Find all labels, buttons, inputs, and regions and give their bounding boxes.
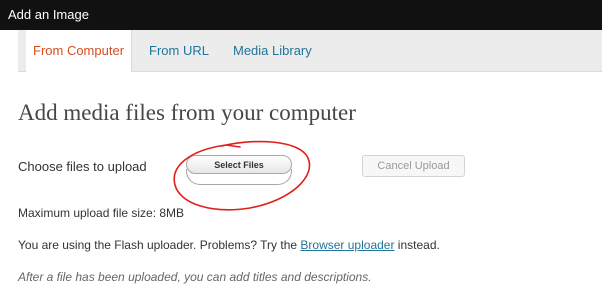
cancel-upload-button[interactable]: Cancel Upload xyxy=(362,155,465,177)
after-upload-hint: After a file has been uploaded, you can … xyxy=(18,270,372,284)
flash-notice-prefix: You are using the Flash uploader. Proble… xyxy=(18,238,301,252)
flash-uploader-notice: You are using the Flash uploader. Proble… xyxy=(18,238,440,252)
browser-uploader-link[interactable]: Browser uploader xyxy=(300,238,394,252)
tab-from-computer[interactable]: From Computer xyxy=(26,30,133,72)
select-files-button[interactable]: Select Files xyxy=(186,155,292,174)
max-upload-size-text: Maximum upload file size: 8MB xyxy=(18,206,185,220)
tab-from-url[interactable]: From URL xyxy=(142,30,216,72)
tab-media-library[interactable]: Media Library xyxy=(226,30,319,72)
tab-bar: From Computer From URL Media Library xyxy=(18,30,602,72)
flash-notice-suffix: instead. xyxy=(394,238,440,252)
window-title: Add an Image xyxy=(8,7,89,22)
page-title: Add media files from your computer xyxy=(18,100,356,125)
window-titlebar: Add an Image xyxy=(0,0,602,30)
choose-files-label: Choose files to upload xyxy=(18,159,147,174)
